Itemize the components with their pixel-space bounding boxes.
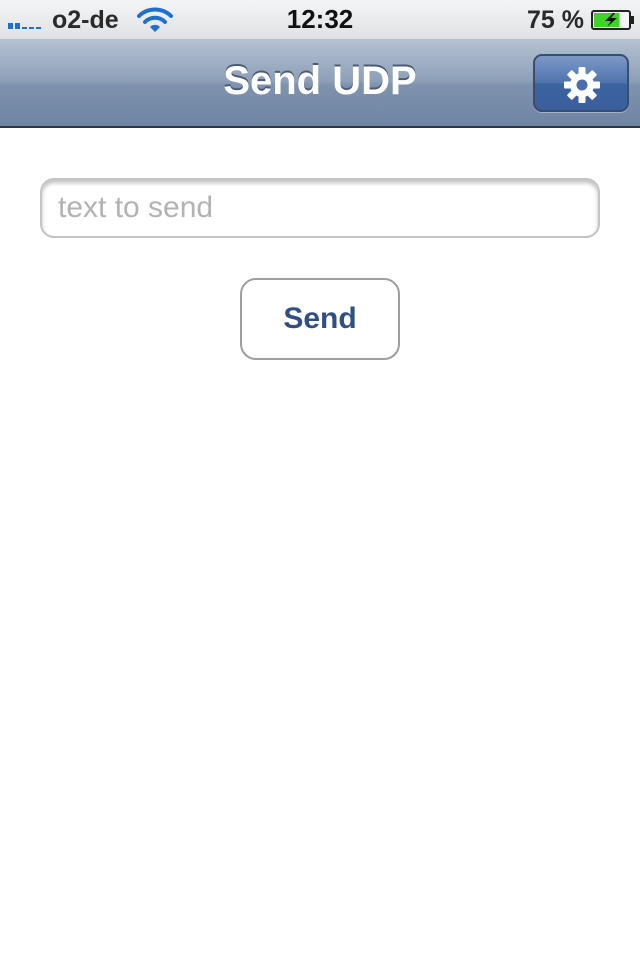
battery-percent: 75 % xyxy=(527,6,584,34)
settings-button[interactable] xyxy=(533,54,629,112)
screen: o2-de 12:32 75 % Send UDP text to send S… xyxy=(0,0,640,960)
send-button[interactable]: Send xyxy=(240,278,400,360)
text-to-send-input[interactable] xyxy=(40,178,600,238)
navigation-bar: Send UDP xyxy=(0,40,640,128)
gear-icon xyxy=(564,67,600,103)
battery-charging-icon xyxy=(591,10,634,30)
status-bar: o2-de 12:32 75 % xyxy=(0,0,640,40)
